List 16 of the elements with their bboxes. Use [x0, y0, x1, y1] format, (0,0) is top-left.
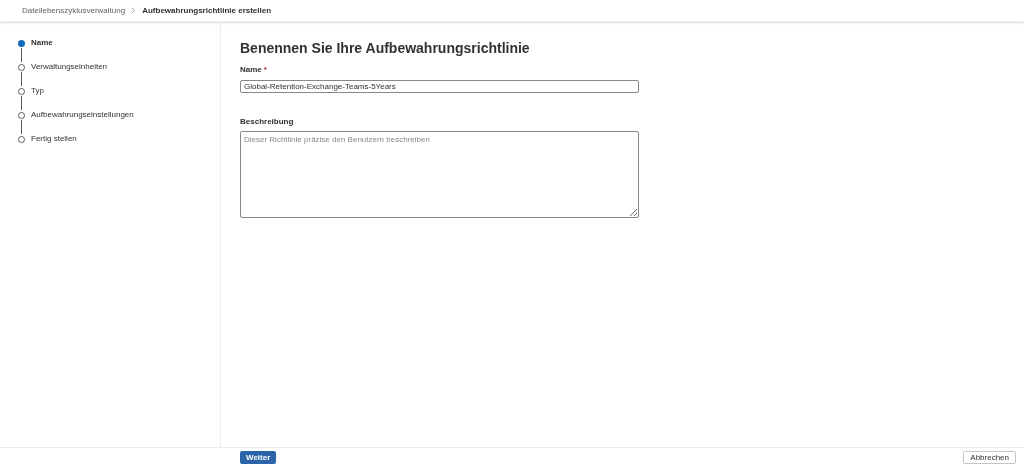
required-mark: * [263, 64, 267, 76]
next-button[interactable]: Weiter [240, 451, 277, 464]
breadcrumb-item: Aufbewahrungsrichtlinie erstellen [142, 4, 272, 17]
step-label[interactable]: Fertig stellen [31, 133, 77, 145]
step-label[interactable]: Aufbewahrungseinstellungen [31, 109, 134, 121]
field-label: Beschreibung [240, 116, 295, 128]
step-label[interactable]: Name [31, 37, 53, 49]
step-label[interactable]: Verwaltungseinheiten [31, 61, 108, 73]
description-text-area[interactable]: Dieser Richtlinie präzise den Benutzern beschreiben [240, 131, 639, 218]
name-input-field[interactable]: Global-Retention-Exchange-Teams-5Years [240, 80, 639, 93]
cancel-button[interactable]: Abbrechen [963, 451, 1016, 464]
step-label[interactable]: Typ [31, 85, 44, 97]
field-label: Name [240, 64, 262, 76]
breadcrumb-item[interactable]: Dateilebenszyklusverwaltung [22, 4, 126, 17]
page-title: Benennen Sie Ihre Aufbewahrungsrichtlinie [240, 39, 531, 57]
chevron-icon [131, 7, 137, 14]
